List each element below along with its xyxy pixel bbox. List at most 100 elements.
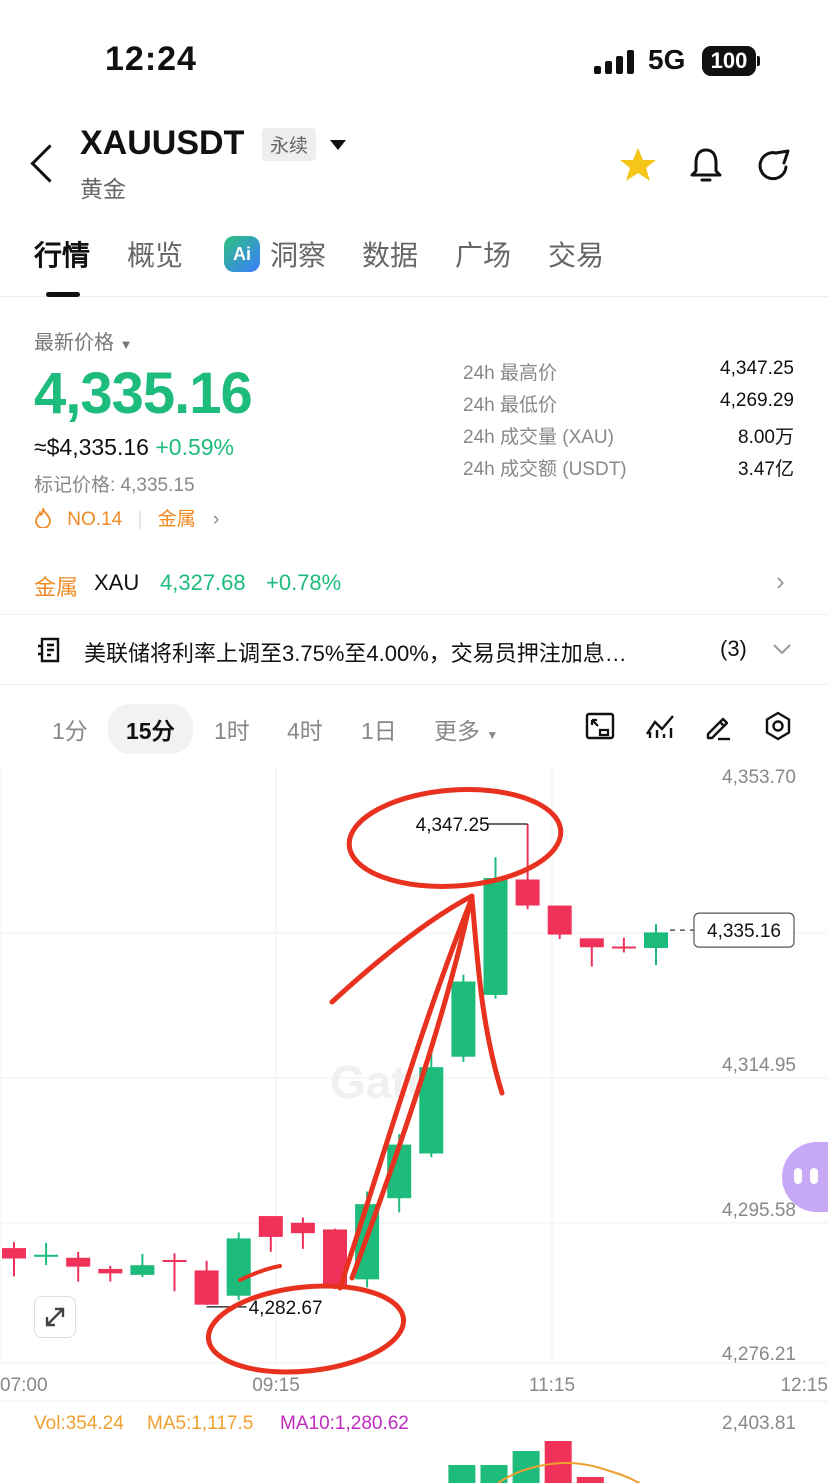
signal-icon [594,50,636,74]
y-axis-tick: 4,276.21 [722,1344,796,1365]
symbol-title[interactable]: XAUUSDT [80,124,244,163]
candle-body [2,1248,26,1259]
expand-icon [45,1307,65,1327]
price-change: +0.59% [155,434,234,460]
timeframe-1m[interactable]: 1分 [52,712,88,746]
news-row[interactable]: 美联储将利率上调至3.75%至4.00%，交易员押注加息… (3) [0,616,828,685]
candle-body [547,905,572,935]
annotation-circle-high [346,787,564,889]
tab-square[interactable]: 广场 [455,234,511,274]
tab-market[interactable]: 行情 [34,234,90,274]
symbol-dropdown-icon[interactable] [330,140,346,150]
candle-body [290,1222,315,1234]
tab-overview[interactable]: 概览 [127,234,183,274]
symbol-subtitle: 黄金 [80,176,126,202]
star-icon[interactable] [618,145,658,185]
candle-body [483,878,508,995]
volume-bar [544,1441,572,1483]
rank-category: 金属 [157,509,196,530]
battery-icon: 100 [702,46,756,76]
candle-body [66,1257,91,1267]
stat-turnover-value: 3.47亿 [738,459,794,480]
timeframe-1d[interactable]: 1日 [361,712,397,746]
timeframe-more[interactable]: 更多 ▼ [434,712,498,746]
ma5-label: MA5:1,117.5 [147,1413,253,1434]
index-change: +0.78% [266,570,342,595]
volume-axis-tick: 2,403.81 [722,1413,796,1434]
active-tab-indicator [46,292,80,297]
candle-body [194,1270,219,1305]
candle-body [226,1238,251,1296]
news-icon [38,637,60,663]
related-index-row[interactable]: 金属 XAU 4,327.68 +0.78% › [0,560,828,615]
candle-body [515,879,540,906]
volume-label: Vol:354.24 [34,1413,124,1434]
news-count: (3) [720,636,747,661]
volume-bar [448,1465,476,1483]
x-axis-tick: 09:15 [252,1375,300,1396]
current-price-label: 4,335.16 [707,921,781,942]
usd-price: ≈$4,335.16 [34,434,149,460]
latest-price-label[interactable]: 最新价格 ▼ [34,326,132,355]
timeframe-15m[interactable]: 15分 [108,704,193,754]
index-price: 4,327.68 [160,570,246,595]
back-icon[interactable] [30,144,69,183]
mark-price: 标记价格: 4,335.15 [34,475,195,496]
indicator-icon[interactable] [644,710,676,742]
news-headline: 美联储将利率上调至3.75%至4.00%，交易员押注加息… [84,641,627,666]
low-price-label: 4,282.67 [249,1298,323,1319]
stat-high-label: 24h 最高价 [463,363,557,384]
contract-type-badge: 永续 [262,128,317,161]
usd-price-row: ≈$4,335.16 +0.59% [34,434,234,461]
tab-bar: 行情 概览 洞察 数据 广场 交易 [0,230,828,297]
stat-low-label: 24h 最低价 [463,395,557,416]
candle-body [579,938,604,948]
battery-tip [757,56,760,66]
network-type: 5G [648,44,686,75]
rank-row[interactable]: NO.14 | 金属 › [34,504,219,531]
landscape-icon[interactable] [584,710,616,742]
fullscreen-button[interactable] [34,1296,76,1338]
stat-high-value: 4,347.25 [720,358,794,379]
chevron-right-icon: › [776,566,785,596]
x-axis-tick: 11:15 [529,1375,575,1396]
index-category: 金属 [34,575,79,600]
stat-volume-value: 8.00万 [738,427,794,448]
tab-trade[interactable]: 交易 [548,234,604,274]
stat-volume-label: 24h 成交量 (XAU) [463,427,614,448]
tab-insight[interactable]: 洞察 [270,234,326,274]
y-axis-tick: 4,353.70 [722,768,796,788]
last-price: 4,335.16 [34,361,253,426]
volume-bar [576,1477,604,1483]
status-time: 12:24 [105,40,197,78]
stat-turnover-label: 24h 成交额 (USDT) [463,459,627,480]
bell-icon[interactable] [686,145,726,185]
share-icon[interactable] [754,145,794,185]
candlestick-chart[interactable]: Gate4,353.704,314.954,295.584,276.214,34… [0,768,828,1483]
ma10-label: MA10:1,280.62 [280,1413,409,1434]
candle-body [258,1216,283,1237]
fire-icon [35,505,51,529]
candle-body [162,1259,187,1262]
tab-data[interactable]: 数据 [362,234,418,274]
candle-body [451,981,476,1057]
candle-body [130,1265,155,1275]
chevron-down-icon [773,644,791,655]
y-axis-tick: 4,314.95 [722,1055,796,1076]
timeframe-1h[interactable]: 1时 [214,712,250,746]
x-axis-tick: 12:15 [780,1375,828,1396]
draw-icon[interactable] [702,710,734,742]
ai-icon: Ai [224,236,260,272]
y-axis-tick: 4,295.58 [722,1200,796,1221]
index-symbol: XAU [94,570,140,595]
chevron-right-icon: › [213,509,220,530]
high-price-label: 4,347.25 [416,815,490,836]
candle-body [644,932,668,949]
timeframe-4h[interactable]: 4时 [287,712,323,746]
stat-low-value: 4,269.29 [720,390,794,411]
candle-body [98,1268,123,1274]
candle-body [611,946,636,949]
x-axis-tick: 07:00 [0,1375,48,1396]
settings-icon[interactable] [762,710,794,742]
rank-number: NO.14 [67,509,123,530]
